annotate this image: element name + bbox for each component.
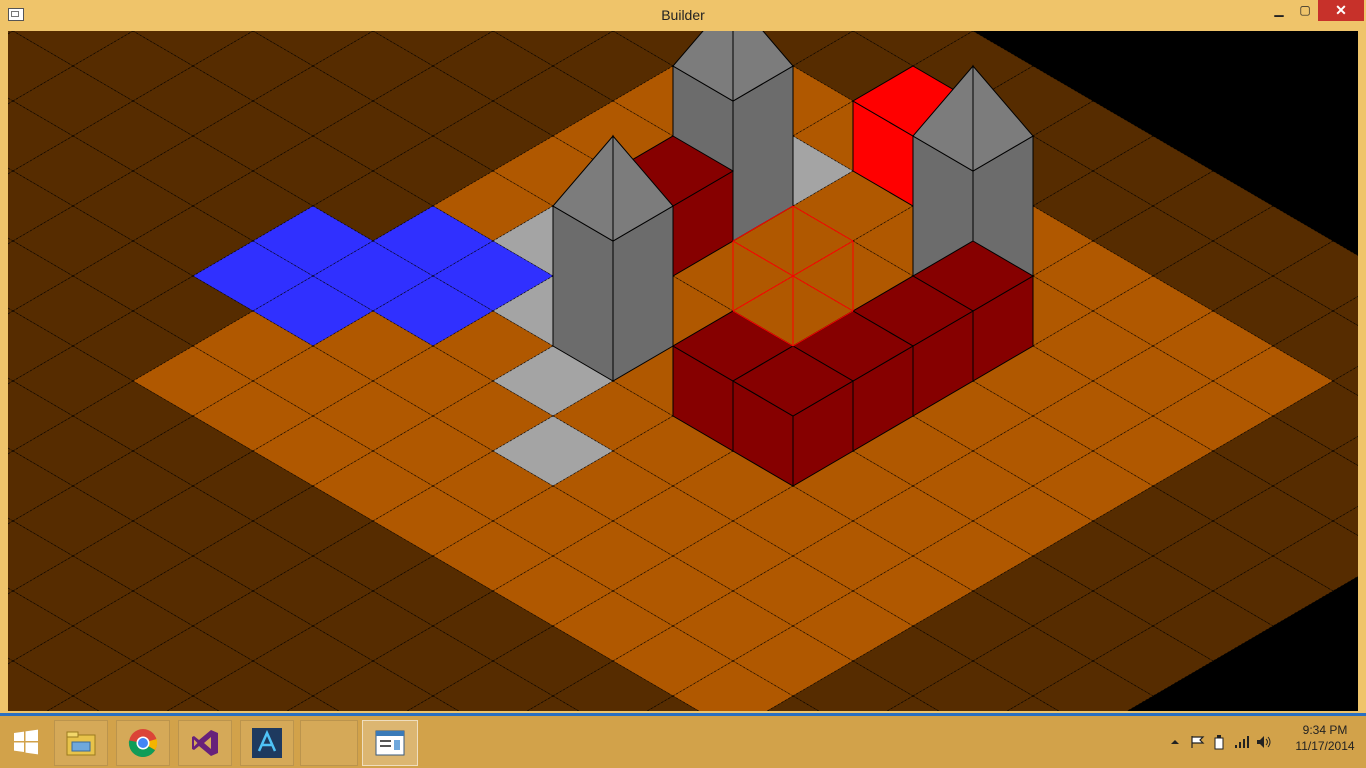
clock-date: 11/17/2014 [1295,739,1355,753]
windows-logo-icon [14,729,38,755]
flag-icon[interactable] [1190,735,1205,749]
taskbar-visual-studio[interactable] [178,720,232,766]
window-title: Builder [661,7,705,23]
taskbar: 9:34 PM 11/17/2014 [0,713,1366,768]
power-plug-icon[interactable] [1212,735,1226,750]
visual-studio-icon [192,730,218,756]
taskbar-builder[interactable] [362,720,418,766]
folder-icon [66,731,96,756]
minimize-button[interactable]: ▁ [1266,0,1292,21]
chevron-up-icon[interactable] [1168,735,1182,749]
signal-icon[interactable] [1234,735,1249,749]
taskbar-file-explorer[interactable] [54,720,108,766]
game-viewport[interactable] [8,31,1358,711]
close-button[interactable]: ✕ [1318,0,1364,21]
start-button[interactable] [0,720,52,764]
builder-window-icon [375,730,405,756]
title-bar[interactable]: Builder ▁ ▢ ✕ [0,0,1366,31]
taskbar-blend[interactable] [240,720,294,766]
chrome-icon [128,729,158,758]
app-window: Builder ▁ ▢ ✕ [0,0,1366,713]
taskbar-chrome[interactable] [116,720,170,766]
isometric-map[interactable] [8,31,1358,711]
taskbar-empty-slot[interactable] [300,720,358,766]
maximize-button[interactable]: ▢ [1292,0,1318,21]
clock[interactable]: 9:34 PM 11/17/2014 [1288,722,1362,754]
clock-time: 9:34 PM [1302,723,1348,737]
blend-icon [252,728,282,758]
system-tray [1168,734,1271,750]
speaker-icon[interactable] [1256,735,1271,749]
